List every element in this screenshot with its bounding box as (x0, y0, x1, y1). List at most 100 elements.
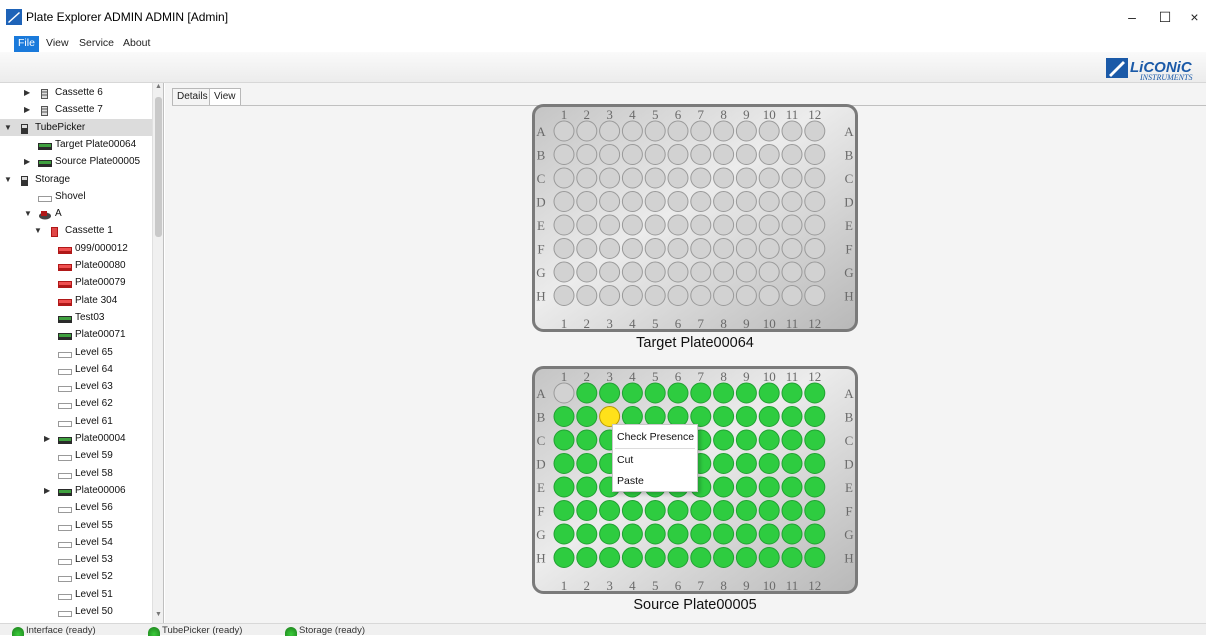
well-D9[interactable] (735, 453, 757, 474)
well-H6[interactable] (667, 547, 689, 568)
scroll-down-icon[interactable]: ▼ (153, 611, 163, 623)
well-C12[interactable] (804, 167, 826, 189)
well-D9[interactable] (735, 191, 757, 212)
well-F6[interactable] (667, 238, 689, 259)
well-H8[interactable] (713, 285, 735, 306)
well-G4[interactable] (621, 523, 643, 545)
well-D1[interactable] (553, 191, 575, 212)
tree-item[interactable]: ▶ Plate00004 (0, 430, 152, 447)
well-H1[interactable] (553, 285, 575, 306)
tab-details[interactable]: Details (172, 88, 213, 106)
well-B9[interactable] (735, 144, 757, 165)
well-F7[interactable] (690, 500, 712, 521)
tree-item[interactable]: Plate 304 (0, 292, 152, 309)
well-C6[interactable] (667, 167, 689, 189)
well-B1[interactable] (553, 144, 575, 165)
well-G5[interactable] (644, 261, 666, 283)
well-G4[interactable] (621, 261, 643, 283)
well-F12[interactable] (804, 238, 826, 259)
well-F3[interactable] (599, 238, 621, 259)
well-C5[interactable] (644, 167, 666, 189)
well-E8[interactable] (713, 214, 735, 236)
well-D6[interactable] (667, 191, 689, 212)
well-C9[interactable] (735, 429, 757, 451)
well-G2[interactable] (576, 523, 598, 545)
tree-item[interactable]: Level 54 (0, 534, 152, 551)
tree-item[interactable]: Level 51 (0, 586, 152, 603)
expand-arrow-icon[interactable]: ▶ (24, 84, 34, 101)
well-H10[interactable] (758, 547, 780, 568)
tree-item[interactable]: ▶ Plate00006 (0, 482, 152, 499)
well-E10[interactable] (758, 476, 780, 498)
tree-item[interactable]: ▼ Storage (0, 171, 152, 188)
ctx-paste[interactable]: Paste (613, 472, 697, 490)
well-E9[interactable] (735, 476, 757, 498)
well-F10[interactable] (758, 238, 780, 259)
tab-view[interactable]: View (209, 88, 241, 106)
well-B10[interactable] (758, 406, 780, 427)
tree-item[interactable]: 099/000012 (0, 240, 152, 257)
well-C11[interactable] (781, 429, 803, 451)
well-G6[interactable] (667, 261, 689, 283)
well-H12[interactable] (804, 285, 826, 306)
well-D2[interactable] (576, 191, 598, 212)
well-G7[interactable] (690, 523, 712, 545)
tree-item[interactable]: Shovel (0, 188, 152, 205)
well-C7[interactable] (690, 167, 712, 189)
well-H2[interactable] (576, 547, 598, 568)
well-G5[interactable] (644, 523, 666, 545)
well-E7[interactable] (690, 214, 712, 236)
well-A1[interactable] (553, 382, 575, 404)
menu-view[interactable]: View (42, 36, 73, 52)
well-F1[interactable] (553, 238, 575, 259)
well-A12[interactable] (804, 382, 826, 404)
well-A7[interactable] (690, 382, 712, 404)
tree-item[interactable]: Level 61 (0, 413, 152, 430)
scroll-thumb[interactable] (155, 97, 162, 237)
well-B11[interactable] (781, 144, 803, 165)
maximize-button[interactable]: ☐ (1150, 6, 1180, 28)
well-D8[interactable] (713, 191, 735, 212)
well-A12[interactable] (804, 120, 826, 142)
well-G12[interactable] (804, 261, 826, 283)
tree-item[interactable]: Level 50 (0, 603, 152, 620)
well-E2[interactable] (576, 214, 598, 236)
well-A8[interactable] (713, 382, 735, 404)
well-H4[interactable] (621, 547, 643, 568)
tree-item[interactable]: Level 52 (0, 568, 152, 585)
well-E1[interactable] (553, 214, 575, 236)
well-H7[interactable] (690, 285, 712, 306)
well-H12[interactable] (804, 547, 826, 568)
tree-item[interactable]: Level 59 (0, 447, 152, 464)
well-D12[interactable] (804, 191, 826, 212)
well-H1[interactable] (553, 547, 575, 568)
well-H11[interactable] (781, 285, 803, 306)
well-F5[interactable] (644, 500, 666, 521)
well-H11[interactable] (781, 547, 803, 568)
well-D11[interactable] (781, 453, 803, 474)
well-B8[interactable] (713, 406, 735, 427)
tree-item[interactable]: Level 65 (0, 344, 152, 361)
well-B12[interactable] (804, 406, 826, 427)
collapse-arrow-icon[interactable]: ▼ (24, 205, 34, 222)
well-G9[interactable] (735, 523, 757, 545)
well-C8[interactable] (713, 429, 735, 451)
tree-item[interactable]: Level 55 (0, 517, 152, 534)
well-G6[interactable] (667, 523, 689, 545)
well-H5[interactable] (644, 285, 666, 306)
well-A3[interactable] (599, 120, 621, 142)
well-G10[interactable] (758, 261, 780, 283)
well-A1[interactable] (553, 120, 575, 142)
well-B1[interactable] (553, 406, 575, 427)
well-H9[interactable] (735, 547, 757, 568)
tree-item[interactable]: ▼ TubePicker (0, 118, 152, 136)
well-F9[interactable] (735, 238, 757, 259)
expand-arrow-icon[interactable]: ▶ (44, 430, 54, 447)
well-F2[interactable] (576, 238, 598, 259)
tree-item[interactable]: Level 53 (0, 551, 152, 568)
well-A4[interactable] (621, 382, 643, 404)
well-F8[interactable] (713, 500, 735, 521)
expand-arrow-icon[interactable]: ▶ (24, 101, 34, 118)
well-G7[interactable] (690, 261, 712, 283)
well-A5[interactable] (644, 120, 666, 142)
